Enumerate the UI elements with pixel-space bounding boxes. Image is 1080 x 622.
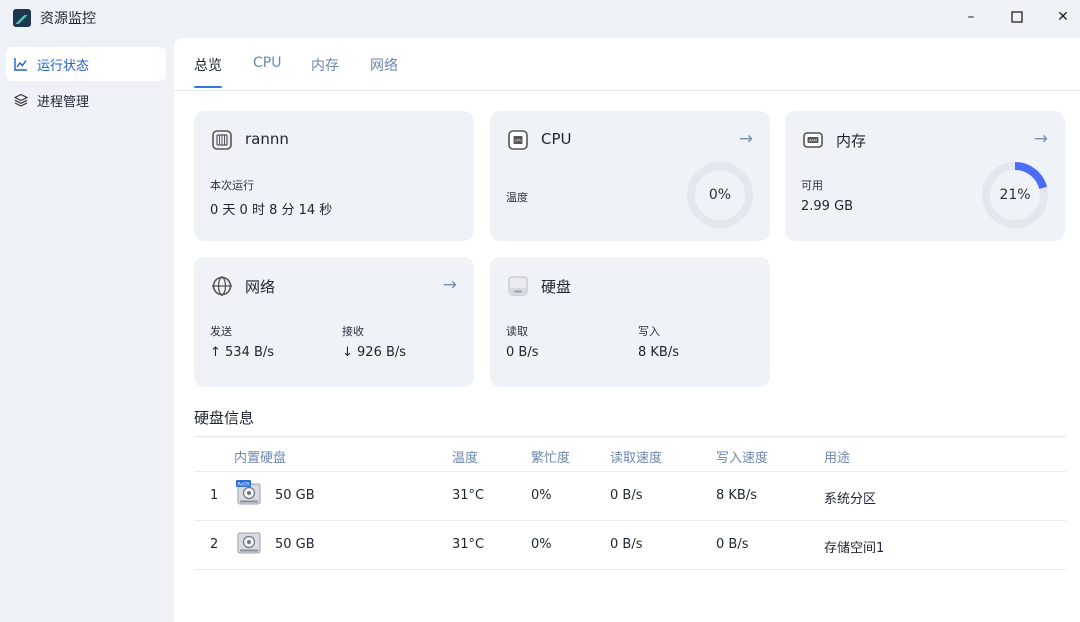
column-header-write: 写入速度 xyxy=(716,451,769,466)
send-label: 发送 xyxy=(210,325,232,338)
cpu-card-title: CPU xyxy=(541,130,572,148)
system-disk-icon: ReOS xyxy=(236,480,262,506)
row-index: 2 xyxy=(210,537,219,552)
tab-bar: 总览 CPU 内存 网络 xyxy=(174,38,1080,91)
system-card: rannn 本次运行 0 天 0 时 8 分 14 秒 xyxy=(194,111,474,241)
disk-card: 硬盘 读取 0 B/s 写入 8 KB/s xyxy=(490,257,770,387)
close-button[interactable]: ✕ xyxy=(1048,4,1078,30)
column-header-disk: 内置硬盘 xyxy=(234,451,287,466)
table-row[interactable]: 1 ReOS 50 GB 31°C 0% 0 B/s 8 KB/s 系统分区 xyxy=(194,472,1066,521)
disk-busy: 0% xyxy=(531,488,552,503)
disk-usage: 系统分区 xyxy=(824,492,877,507)
host-name: rannn xyxy=(245,130,289,148)
svg-text:RAM: RAM xyxy=(809,138,817,142)
memory-arrow-icon[interactable]: → xyxy=(1034,129,1048,149)
cpu-usage-value: 0% xyxy=(708,187,732,203)
main-panel: 总览 CPU 内存 网络 rannn 本次运行 0 天 0 时 8 分 14 秒… xyxy=(174,38,1080,622)
disk-badge-text: ReOS xyxy=(237,481,249,487)
row-index: 1 xyxy=(210,488,219,503)
uptime-label: 本次运行 xyxy=(210,179,254,192)
cpu-card[interactable]: CPU CPU → 温度 0% xyxy=(490,111,770,241)
title-bar: 资源监控 – ✕ xyxy=(0,0,1080,38)
svg-text:CPU: CPU xyxy=(514,139,522,143)
column-header-usage: 用途 xyxy=(824,451,851,466)
disk-write-label: 写入 xyxy=(638,325,660,338)
app-logo-icon xyxy=(13,9,31,27)
disk-write-speed: 8 KB/s xyxy=(716,488,757,503)
table-row[interactable]: 2 50 GB 31°C 0% 0 B/s 0 B/s 存储空间1 xyxy=(194,521,1066,570)
disk-size: 50 GB xyxy=(275,488,315,503)
cpu-arrow-icon[interactable]: → xyxy=(739,129,753,149)
disk-write-speed: 0 B/s xyxy=(716,537,749,552)
network-card[interactable]: 网络 → 发送 ↑ 534 B/s 接收 ↓ 926 B/s xyxy=(194,257,474,387)
sidebar-item-status[interactable]: 运行状态 xyxy=(6,47,166,81)
disk-table: 内置硬盘 温度 繁忙度 读取速度 写入速度 用途 1 ReOS 50 GB 31… xyxy=(194,436,1066,570)
disk-temp: 31°C xyxy=(452,488,485,503)
hard-drive-icon xyxy=(507,275,529,297)
minimize-button[interactable]: – xyxy=(956,4,986,30)
sidebar-item-label: 运行状态 xyxy=(37,58,90,74)
sidebar: 运行状态 进程管理 xyxy=(0,38,174,622)
disk-temp: 31°C xyxy=(452,537,485,552)
network-arrow-icon[interactable]: → xyxy=(443,275,457,295)
receive-label: 接收 xyxy=(342,325,364,338)
chart-line-icon xyxy=(14,57,28,71)
memory-available-value: 2.99 GB xyxy=(801,199,854,214)
window-title: 资源监控 xyxy=(40,11,96,27)
layers-icon xyxy=(14,93,28,107)
cpu-chip-icon: CPU xyxy=(507,129,529,151)
disk-read-value: 0 B/s xyxy=(506,345,539,360)
disk-read-speed: 0 B/s xyxy=(610,537,643,552)
disk-write-value: 8 KB/s xyxy=(638,345,679,360)
maximize-icon xyxy=(1011,11,1023,23)
column-header-temp: 温度 xyxy=(452,451,479,466)
sidebar-item-label: 进程管理 xyxy=(37,94,90,110)
disk-read-label: 读取 xyxy=(506,325,528,338)
column-header-read: 读取速度 xyxy=(610,451,663,466)
storage-disk-icon xyxy=(236,529,262,555)
memory-available-label: 可用 xyxy=(801,179,823,192)
tab-overview[interactable]: 总览 xyxy=(194,55,222,88)
disk-table-header: 内置硬盘 温度 繁忙度 读取速度 写入速度 用途 xyxy=(194,436,1066,472)
globe-icon xyxy=(211,275,233,297)
disk-busy: 0% xyxy=(531,537,552,552)
disk-size: 50 GB xyxy=(275,537,315,552)
tab-network[interactable]: 网络 xyxy=(370,55,398,87)
memory-card-title: 内存 xyxy=(836,132,867,150)
uptime-value: 0 天 0 时 8 分 14 秒 xyxy=(210,203,333,218)
cpu-temp-label: 温度 xyxy=(506,191,528,204)
column-header-busy: 繁忙度 xyxy=(531,451,571,466)
tab-memory[interactable]: 内存 xyxy=(311,55,339,87)
memory-usage-value: 21% xyxy=(999,187,1031,203)
tab-cpu[interactable]: CPU xyxy=(253,55,281,83)
server-icon xyxy=(211,129,233,151)
receive-value: ↓ 926 B/s xyxy=(342,345,407,360)
disk-card-title: 硬盘 xyxy=(541,278,572,296)
ram-icon: RAM xyxy=(802,129,824,151)
send-value: ↑ 534 B/s xyxy=(210,345,275,360)
memory-card[interactable]: RAM 内存 → 可用 2.99 GB 21% xyxy=(785,111,1065,241)
disk-info-title: 硬盘信息 xyxy=(194,409,255,427)
sidebar-item-processes[interactable]: 进程管理 xyxy=(6,83,166,117)
disk-read-speed: 0 B/s xyxy=(610,488,643,503)
network-card-title: 网络 xyxy=(245,278,276,296)
maximize-button[interactable] xyxy=(1002,4,1032,30)
disk-usage: 存储空间1 xyxy=(824,541,885,556)
